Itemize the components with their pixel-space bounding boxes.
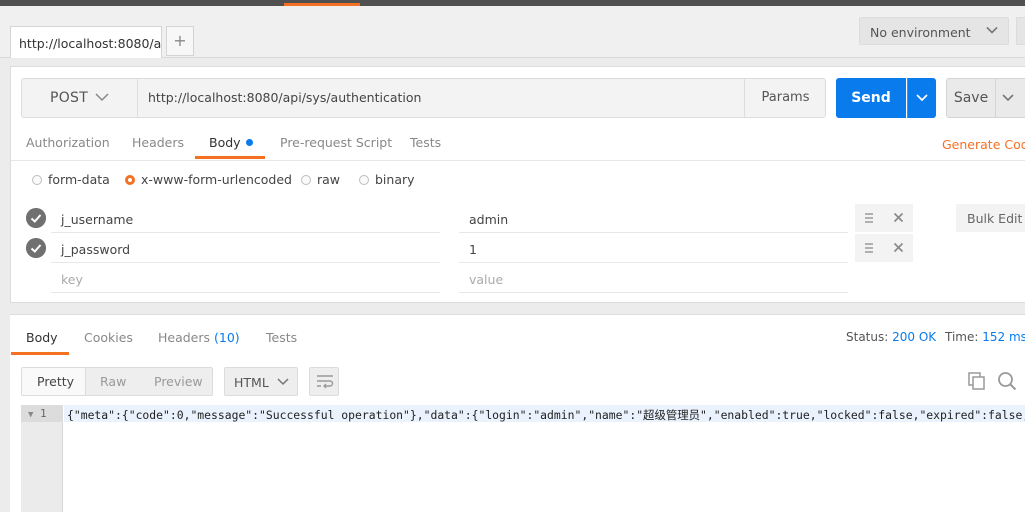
time-value: 152 ms	[982, 330, 1025, 344]
tab-tests[interactable]: Tests	[410, 135, 441, 150]
response-tab-headers[interactable]: Headers (10)	[158, 330, 240, 345]
radio-binary-label: binary	[375, 172, 415, 187]
url-bar	[21, 78, 826, 118]
view-pretty-button[interactable]: Pretty	[37, 374, 74, 389]
line-number: ▼ 1	[28, 407, 47, 420]
status-label: Status:	[846, 330, 889, 344]
tab-headers[interactable]: Headers	[132, 135, 184, 150]
time-label: Time:	[945, 330, 979, 344]
radio-form-data-label: form-data	[48, 172, 110, 187]
drag-handle-icon[interactable]	[864, 212, 874, 224]
save-options-button[interactable]	[996, 78, 1025, 118]
method-label: POST	[50, 90, 89, 106]
radio-circle-icon	[301, 175, 311, 185]
tab-body[interactable]: Body	[209, 135, 253, 150]
environment-select-label: No environment	[870, 25, 971, 40]
response-status: Status: 200 OK	[846, 330, 936, 344]
radio-raw[interactable]: raw	[301, 172, 340, 187]
response-body-code[interactable]: {"meta":{"code":0,"message":"Successful …	[67, 407, 1025, 423]
response-tab-underline	[11, 352, 69, 355]
chevron-down-icon	[986, 26, 998, 34]
radio-selected-icon	[125, 175, 135, 185]
chevron-down-icon	[277, 378, 289, 386]
status-value: 200 OK	[892, 330, 937, 344]
request-tab[interactable]: http://localhost:8080/api/	[10, 26, 162, 58]
radio-circle-icon	[32, 175, 42, 185]
generate-code-link[interactable]: Generate Code	[942, 137, 1025, 152]
send-options-button[interactable]	[907, 78, 936, 118]
response-tab-cookies[interactable]: Cookies	[84, 330, 133, 345]
format-select-label: HTML	[234, 375, 269, 390]
tab-body-label: Body	[209, 135, 241, 150]
view-raw-button[interactable]: Raw	[100, 374, 126, 389]
params-button[interactable]: Params	[744, 78, 826, 118]
save-button[interactable]: Save	[946, 78, 996, 118]
radio-circle-icon	[359, 175, 369, 185]
search-icon[interactable]	[997, 371, 1017, 391]
copy-icon[interactable]	[968, 372, 986, 390]
view-preview-button[interactable]: Preview	[154, 374, 203, 389]
modified-dot-icon	[245, 139, 253, 146]
radio-binary[interactable]: binary	[359, 172, 415, 187]
new-tab-button[interactable]: +	[166, 26, 194, 56]
response-time: Time: 152 ms	[945, 330, 1025, 344]
checkmark-icon[interactable]	[26, 238, 46, 258]
bulk-edit-button[interactable]: Bulk Edit	[956, 204, 1025, 232]
chevron-down-icon	[916, 94, 928, 102]
fold-arrow-icon[interactable]: ▼	[28, 410, 33, 420]
close-icon[interactable]	[893, 212, 904, 223]
chevron-down-icon	[95, 93, 109, 102]
param-key-input[interactable]: j_username	[51, 203, 440, 233]
new-key-input[interactable]: key	[51, 263, 440, 293]
radio-form-data[interactable]: form-data	[32, 172, 110, 187]
row-actions	[855, 204, 913, 232]
line-number-value: 1	[40, 407, 47, 420]
tab-authorization[interactable]: Authorization	[26, 135, 110, 150]
environment-select[interactable]: No environment	[859, 17, 1009, 45]
wrap-lines-icon	[317, 375, 334, 389]
close-icon[interactable]	[893, 242, 904, 253]
param-value-input[interactable]: admin	[459, 203, 848, 233]
environment-quick-look-button[interactable]	[1016, 17, 1025, 45]
radio-urlencoded-label: x-www-form-urlencoded	[141, 172, 292, 187]
new-value-input[interactable]: value	[459, 263, 848, 293]
param-value-input[interactable]: 1	[459, 233, 848, 263]
method-select[interactable]: POST	[21, 78, 138, 118]
send-button[interactable]: Send	[836, 78, 906, 118]
response-tab-headers-label: Headers	[158, 330, 211, 345]
row-actions	[855, 234, 913, 262]
radio-raw-label: raw	[317, 172, 341, 187]
headers-count-badge: (10)	[214, 330, 240, 345]
param-key-input[interactable]: j_password	[51, 233, 440, 263]
tab-pre-request-script[interactable]: Pre-request Script	[280, 135, 392, 150]
checkmark-icon[interactable]	[26, 208, 46, 228]
tab-divider	[11, 160, 1025, 161]
response-tab-tests[interactable]: Tests	[266, 330, 297, 345]
format-select[interactable]: HTML	[224, 367, 298, 396]
url-input[interactable]: http://localhost:8080/api/sys/authentica…	[148, 90, 421, 105]
radio-urlencoded[interactable]: x-www-form-urlencoded	[125, 172, 292, 187]
response-tab-body[interactable]: Body	[26, 330, 58, 345]
wrap-lines-button[interactable]	[309, 367, 339, 396]
chevron-down-icon	[1002, 94, 1014, 102]
tab-active-underline	[195, 156, 265, 159]
drag-handle-icon[interactable]	[864, 242, 874, 254]
